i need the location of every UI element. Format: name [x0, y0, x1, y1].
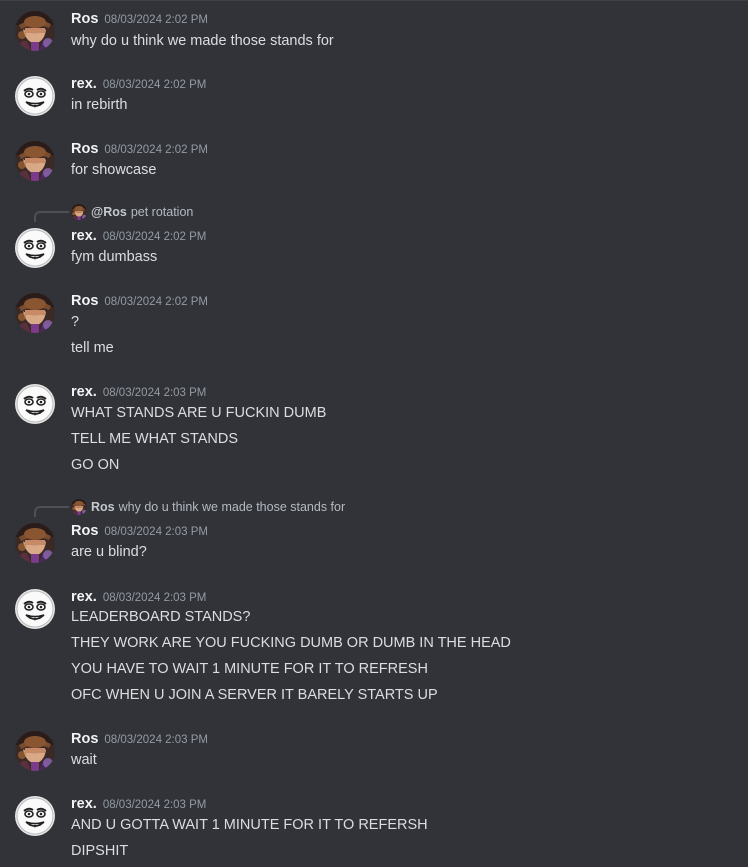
ros-avatar-icon[interactable]	[15, 141, 55, 181]
timestamp: 08/03/2024 2:03 PM	[102, 799, 207, 811]
message-text: in rebirth	[71, 97, 128, 113]
timestamp: 08/03/2024 2:03 PM	[104, 526, 208, 538]
message-header: rex. 08/03/2024 2:02 PM	[71, 226, 206, 246]
message-header: rex. 08/03/2024 2:03 PM	[71, 382, 206, 402]
message-header: Ros 08/03/2024 2:03 PM	[71, 729, 208, 749]
message-header: rex. 08/03/2024 2:02 PM	[71, 74, 206, 94]
message-text: TELL ME WHAT STANDS	[71, 431, 239, 447]
message-text: ?	[71, 314, 80, 330]
username[interactable]: Ros	[71, 141, 98, 157]
message-header: Ros 08/03/2024 2:02 PM	[71, 139, 208, 159]
top-divider	[0, 0, 748, 1]
reply-text: pet rotation	[130, 205, 194, 219]
message-text: WHAT STANDS ARE U FUCKIN DUMB	[71, 405, 327, 421]
timestamp: 08/03/2024 2:02 PM	[102, 79, 207, 91]
message-text: THEY WORK ARE YOU FUCKING DUMB OR DUMB I…	[71, 635, 511, 651]
message-text: GO ON	[71, 457, 120, 473]
message-text: OFC WHEN U JOIN A SERVER IT BARELY START…	[71, 687, 438, 703]
username[interactable]: rex.	[71, 589, 97, 605]
timestamp: 08/03/2024 2:03 PM	[104, 734, 208, 746]
ros-avatar-icon[interactable]	[15, 731, 55, 771]
ros-avatar-icon[interactable]	[15, 293, 55, 333]
message-text: wait	[71, 752, 97, 768]
username[interactable]: rex.	[71, 76, 97, 92]
message-header: rex. 08/03/2024 2:03 PM	[71, 794, 206, 814]
reply-text: why do u think we made those stands for	[118, 500, 346, 514]
username[interactable]: Ros	[71, 11, 98, 27]
reply-mention[interactable]: Ros	[91, 498, 115, 516]
timestamp: 08/03/2024 2:02 PM	[104, 144, 208, 156]
message-header: Ros 08/03/2024 2:02 PM	[71, 291, 208, 311]
ros-avatar-icon	[71, 204, 87, 220]
timestamp: 08/03/2024 2:03 PM	[102, 387, 207, 399]
timestamp: 08/03/2024 2:02 PM	[104, 14, 208, 26]
message-text: AND U GOTTA WAIT 1 MINUTE FOR IT TO REFE…	[71, 817, 428, 833]
username[interactable]: rex.	[71, 796, 97, 812]
message-text: fym dumbass	[71, 249, 158, 265]
message-header: rex. 08/03/2024 2:03 PM	[71, 587, 206, 607]
message-header: Ros 08/03/2024 2:03 PM	[71, 521, 208, 541]
message-text: why do u think we made those stands for	[71, 33, 334, 49]
username[interactable]: Ros	[71, 293, 98, 309]
message-text: for showcase	[71, 162, 157, 178]
message-text: are u blind?	[71, 544, 147, 560]
reply-spine	[34, 211, 69, 222]
ros-avatar-icon[interactable]	[15, 11, 55, 51]
message-header: Ros 08/03/2024 2:02 PM	[71, 9, 208, 29]
username[interactable]: Ros	[71, 731, 98, 747]
message-text: tell me	[71, 340, 114, 356]
rex-avatar-icon[interactable]	[15, 228, 55, 268]
ros-avatar-icon[interactable]	[15, 523, 55, 563]
rex-avatar-icon[interactable]	[15, 76, 55, 116]
username[interactable]: rex.	[71, 228, 97, 244]
timestamp: 08/03/2024 2:02 PM	[102, 231, 207, 243]
rex-avatar-icon[interactable]	[15, 589, 55, 629]
reply-spine	[34, 506, 69, 517]
rex-avatar-icon[interactable]	[15, 384, 55, 424]
message-text: YOU HAVE TO WAIT 1 MINUTE FOR IT TO REFR…	[71, 661, 428, 677]
username[interactable]: rex.	[71, 384, 97, 400]
reply-preview[interactable]: Ros why do u think we made those stands …	[71, 498, 345, 516]
reply-preview[interactable]: @Ros pet rotation	[71, 203, 193, 221]
reply-mention[interactable]: @Ros	[91, 203, 127, 221]
message-text: LEADERBOARD STANDS?	[71, 609, 251, 625]
timestamp: 08/03/2024 2:03 PM	[102, 592, 207, 604]
message-text: DIPSHIT	[71, 843, 129, 859]
username[interactable]: Ros	[71, 523, 98, 539]
timestamp: 08/03/2024 2:02 PM	[104, 296, 208, 308]
rex-avatar-icon[interactable]	[15, 796, 55, 836]
ros-avatar-icon	[71, 499, 87, 515]
